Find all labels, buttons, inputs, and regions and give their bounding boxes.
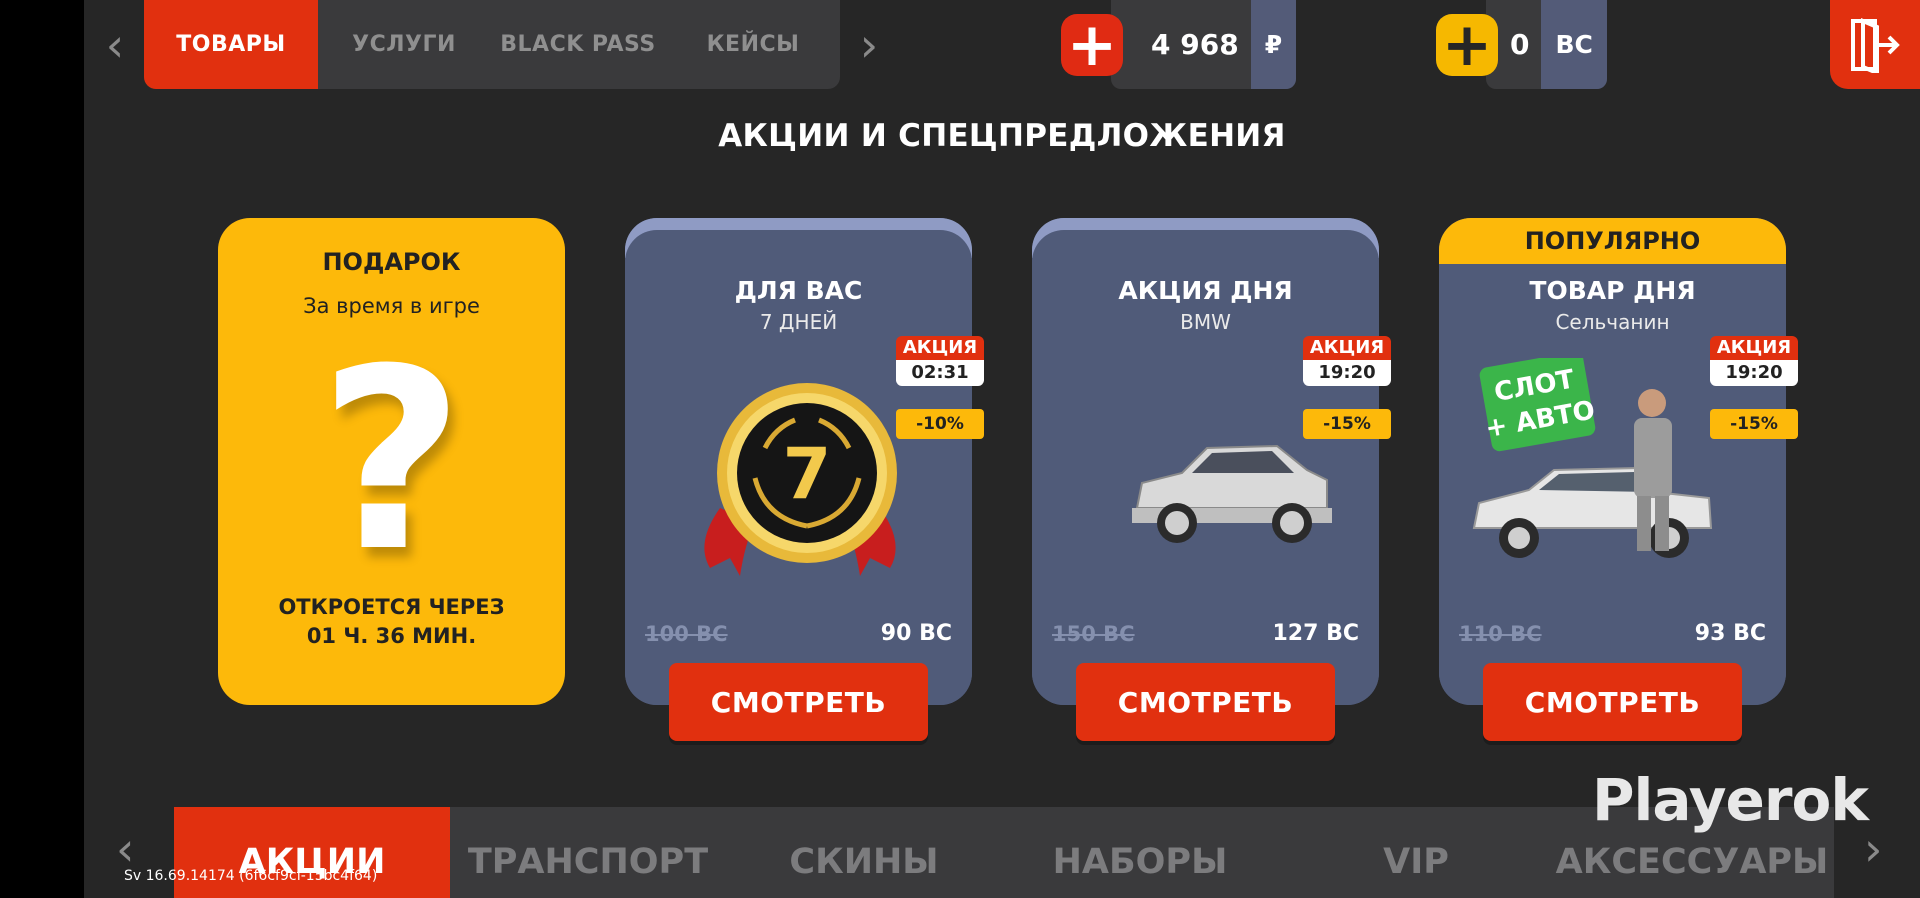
category-promotions[interactable]: АКЦИИ xyxy=(174,807,450,898)
offer-title: ТОВАР ДНЯ xyxy=(1529,276,1696,305)
gift-title: ПОДАРОК xyxy=(322,248,461,276)
promo-tag-label: АКЦИЯ xyxy=(1303,336,1391,360)
category-bar: АКЦИИ ТРАНСПОРТ СКИНЫ НАБОРЫ VIP АКСЕССУ… xyxy=(174,807,1834,898)
new-price: 90 BC xyxy=(880,621,952,646)
store-screen: ‹ ТОВАРЫ УСЛУГИ BLACK PASS КЕЙСЫ › 4 968… xyxy=(84,0,1920,898)
add-bc-button[interactable]: + xyxy=(1436,14,1498,76)
view-button[interactable]: СМОТРЕТЬ xyxy=(1076,663,1335,741)
rub-balance: 4 968 ₽ + xyxy=(1061,0,1297,89)
version-label: Sv 16.69.14174 (6f6cf9cf-15bc4f64) xyxy=(124,868,378,884)
gift-opens-label: ОТКРОЕТСЯ ЧЕРЕЗ xyxy=(278,595,505,619)
gift-card[interactable]: ПОДАРОК За время в игре ? ОТКРОЕТСЯ ЧЕРЕ… xyxy=(218,218,565,705)
plus-icon: + xyxy=(1441,10,1493,80)
offer-title: АКЦИЯ ДНЯ xyxy=(1118,276,1293,305)
tab-black-pass[interactable]: BLACK PASS xyxy=(490,0,666,89)
section-title: АКЦИИ И СПЕЦПРЕДЛОЖЕНИЯ xyxy=(718,118,1286,154)
medal-number: 7 xyxy=(783,433,832,515)
exit-door-icon xyxy=(1851,17,1900,73)
promo-tag-label: АКЦИЯ xyxy=(1710,336,1798,360)
add-rub-button[interactable]: + xyxy=(1061,14,1123,76)
plus-icon: + xyxy=(1066,10,1118,80)
bc-balance: 0 BC + xyxy=(1436,0,1607,89)
offer-card-item-of-day[interactable]: ПОПУЛЯРНО ТОВАР ДНЯ Сельчанин АКЦИЯ 19:2… xyxy=(1439,218,1798,741)
villager-car-bundle-image: СЛОТ + АВТО xyxy=(1439,351,1786,618)
category-bundles[interactable]: НАБОРЫ xyxy=(1002,807,1278,898)
old-price: 150 BC xyxy=(1052,622,1135,646)
rub-balance-value: 4 968 xyxy=(1151,28,1239,61)
tab-goods[interactable]: ТОВАРЫ xyxy=(144,0,318,89)
new-price: 93 BC xyxy=(1694,621,1766,646)
offer-card-for-you[interactable]: ДЛЯ ВАС 7 ДНЕЙ АКЦИЯ 02:31 -10% 7 100 BC… xyxy=(625,218,984,741)
question-mark-icon: ? xyxy=(318,315,465,606)
tab-services[interactable]: УСЛУГИ xyxy=(318,0,490,89)
offer-subtitle: 7 ДНЕЙ xyxy=(759,310,838,334)
popular-badge: ПОПУЛЯРНО xyxy=(1439,218,1786,264)
category-transport[interactable]: ТРАНСПОРТ xyxy=(450,807,726,898)
promo-tag-label: АКЦИЯ xyxy=(896,336,984,360)
offer-title: ДЛЯ ВАС xyxy=(734,276,863,305)
categories-prev-arrow[interactable]: ‹ xyxy=(116,826,134,872)
offer-card-deal-of-day[interactable]: АКЦИЯ ДНЯ BMW АКЦИЯ 19:20 -15% 150 BC 12… xyxy=(1032,218,1391,741)
view-button[interactable]: СМОТРЕТЬ xyxy=(1483,663,1742,741)
bc-unit: BC xyxy=(1541,0,1607,89)
view-button[interactable]: СМОТРЕТЬ xyxy=(669,663,928,741)
top-tabs: ТОВАРЫ УСЛУГИ BLACK PASS КЕЙСЫ xyxy=(144,0,840,89)
gift-opens-time: 01 Ч. 36 МИН. xyxy=(306,624,477,648)
offer-subtitle: BMW xyxy=(1180,310,1231,334)
offer-subtitle: Сельчанин xyxy=(1555,310,1670,334)
old-price: 110 BC xyxy=(1459,622,1542,646)
gift-timer: ОТКРОЕТСЯ ЧЕРЕЗ 01 Ч. 36 МИН. xyxy=(218,593,565,651)
seven-day-medal-icon: 7 xyxy=(625,358,972,618)
exit-button[interactable] xyxy=(1830,0,1920,89)
rub-unit: ₽ xyxy=(1250,0,1297,89)
watermark: Playerok xyxy=(1592,766,1869,834)
top-tabs-next-arrow[interactable]: › xyxy=(854,22,884,68)
category-skins[interactable]: СКИНЫ xyxy=(726,807,1002,898)
category-vip[interactable]: VIP xyxy=(1278,807,1554,898)
bmw-car-image xyxy=(1032,358,1379,618)
tab-cases[interactable]: КЕЙСЫ xyxy=(666,0,840,89)
top-tabs-prev-arrow[interactable]: ‹ xyxy=(100,22,130,68)
old-price: 100 BC xyxy=(645,622,728,646)
new-price: 127 BC xyxy=(1272,621,1360,646)
